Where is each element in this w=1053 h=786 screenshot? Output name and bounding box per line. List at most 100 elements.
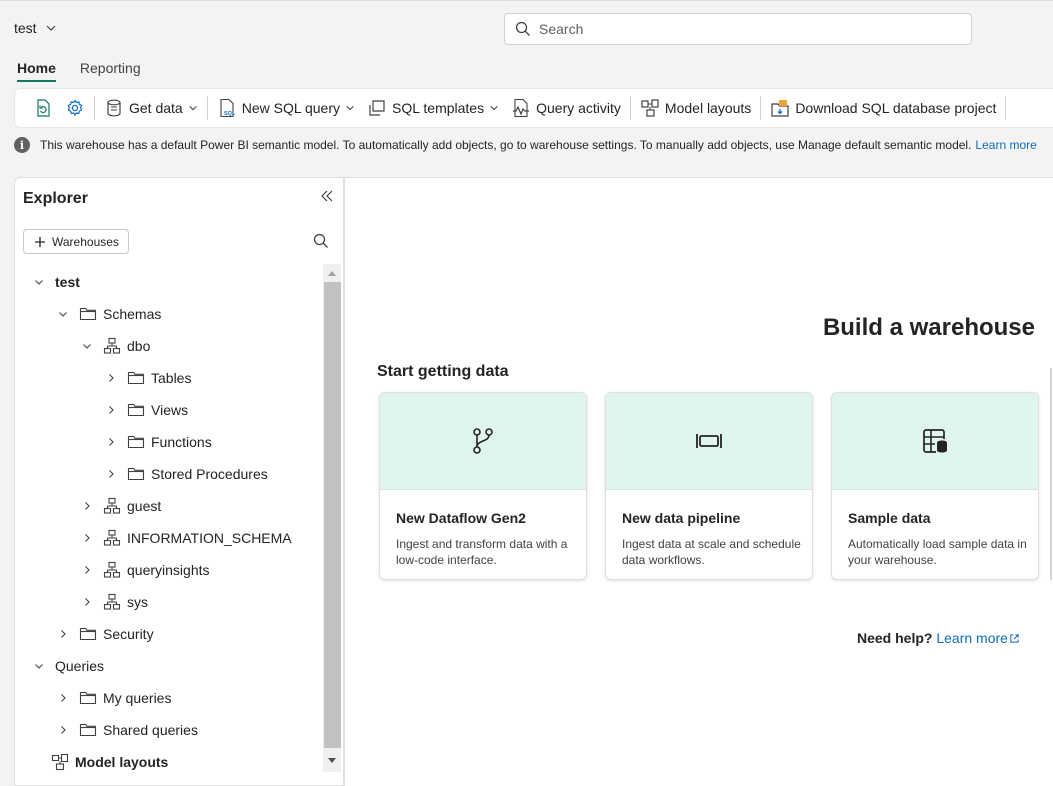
tree-item-label: Stored Procedures [151,466,268,482]
card-title: Sample data [848,510,931,526]
collapse-panel-icon[interactable] [319,188,335,204]
query-activity-button[interactable]: Query activity [505,92,627,124]
search-icon[interactable] [313,233,329,249]
tree-item-shared-queries[interactable]: Shared queries [55,714,198,746]
tree-item-my-queries[interactable]: My queries [55,682,171,714]
tree-item-label: Model layouts [75,754,169,770]
chevron-right-icon[interactable] [103,370,119,386]
chevron-down-icon[interactable] [79,338,95,354]
help-section: Need help? Learn more [857,630,1020,646]
chevron-down-icon [346,105,354,111]
sql-file-icon: SQL [220,98,236,118]
tree-item-guest[interactable]: guest [79,490,161,522]
tree-item-queryinsights[interactable]: queryinsights [79,554,210,586]
sample-data-icon [923,429,947,453]
scroll-down-button[interactable] [323,752,341,770]
gear-icon [67,99,83,116]
card-title: New data pipeline [622,510,741,526]
help-learn-more-link[interactable]: Learn more [936,630,1020,646]
card-pipeline[interactable]: New data pipeline Ingest data at scale a… [605,392,813,580]
folder-icon [127,465,145,483]
sql-templates-label: SQL templates [392,100,485,116]
search-input[interactable] [539,21,939,37]
tree-item-label: Views [151,402,189,418]
workspace-switcher[interactable]: test [14,20,57,36]
page-title: Build a warehouse [822,314,1035,341]
scroll-thumb[interactable] [324,282,341,748]
chevron-right-icon[interactable] [55,690,71,706]
search-box[interactable] [504,13,972,45]
info-message: This warehouse has a default Power BI se… [40,138,972,152]
tree-item-functions[interactable]: Functions [103,426,212,458]
chevron-right-icon[interactable] [55,626,71,642]
tree-item-model-layouts[interactable]: Model layouts [51,746,168,778]
folder-icon [79,625,97,643]
template-icon [369,100,385,116]
chevron-right-icon[interactable] [103,434,119,450]
tree-item-label: Security [103,626,154,642]
help-question: Need help? [857,630,933,646]
ribbon-tabs: Home Reporting [0,52,153,88]
chevron-right-icon[interactable] [79,594,95,610]
toolbar: Get data SQL New SQL query SQL templates… [14,88,1053,128]
folder-icon [79,721,97,739]
tree-item-views[interactable]: Views [103,394,188,426]
tree-item-label: Shared queries [103,722,198,738]
tab-reporting[interactable]: Reporting [68,52,153,88]
tree-item-label: test [55,274,80,290]
tree-item-tables[interactable]: Tables [103,362,191,394]
model-layouts-button[interactable]: Model layouts [634,92,757,124]
tree-item-label: Functions [151,434,212,450]
chevron-right-icon[interactable] [55,722,71,738]
chevron-right-icon[interactable] [79,530,95,546]
card-header [606,393,812,490]
chevron-right-icon[interactable] [103,466,119,482]
chevron-down-icon[interactable] [31,274,47,290]
database-icon [107,99,121,117]
tree-item-schemas[interactable]: Schemas [55,298,161,330]
sql-templates-button[interactable]: SQL templates [361,92,505,124]
chevron-right-icon[interactable] [103,402,119,418]
settings-button[interactable] [59,92,91,124]
card-header [832,393,1038,490]
plus-icon [35,236,45,247]
toolbar-divider [1005,96,1007,120]
tree-item-sys[interactable]: sys [79,586,148,618]
info-learn-more-link[interactable]: Learn more [975,138,1036,152]
card-sample-data[interactable]: Sample data Automatically load sample da… [831,392,1039,580]
explorer-title: Explorer [23,190,88,207]
refresh-button[interactable] [27,92,59,124]
tab-home[interactable]: Home [5,52,68,88]
scroll-up-button[interactable] [323,264,341,282]
download-project-icon [771,100,789,117]
card-description: Ingest data at scale and schedule data w… [622,537,801,567]
tree-item-test[interactable]: test [31,266,80,298]
folder-icon [79,305,97,323]
tree-item-security[interactable]: Security [55,618,154,650]
get-data-button[interactable]: Get data [98,92,204,124]
card-header [380,393,586,490]
tree-item-label: Schemas [103,306,162,322]
tree-item-dbo[interactable]: dbo [79,330,150,362]
card-dataflow[interactable]: New Dataflow Gen2 Ingest and transform d… [379,392,587,580]
section-title: Start getting data [377,363,509,380]
caret-down-icon [328,758,336,763]
scrollbar[interactable] [323,264,341,772]
card-description: Ingest and transform data with a low-cod… [396,537,568,567]
chevron-down-icon[interactable] [55,306,71,322]
tree-item-information-schema[interactable]: INFORMATION_SCHEMA [79,522,292,554]
new-sql-query-button[interactable]: SQL New SQL query [211,92,361,124]
chevron-right-icon[interactable] [79,562,95,578]
activity-icon [513,98,530,118]
search-icon [515,21,530,36]
chevron-down-icon [188,105,197,111]
add-warehouses-button[interactable]: Warehouses [23,229,129,254]
new-sql-query-label: New SQL query [241,100,341,116]
chevron-down-icon[interactable] [31,658,47,674]
tree-item-stored-procedures[interactable]: Stored Procedures [103,458,268,490]
pipeline-icon [696,434,722,448]
chevron-right-icon[interactable] [79,498,95,514]
tree-item-queries[interactable]: Queries [31,650,104,682]
download-project-button[interactable]: Download SQL database project [764,92,1002,124]
help-learn-more-label: Learn more [936,630,1008,646]
